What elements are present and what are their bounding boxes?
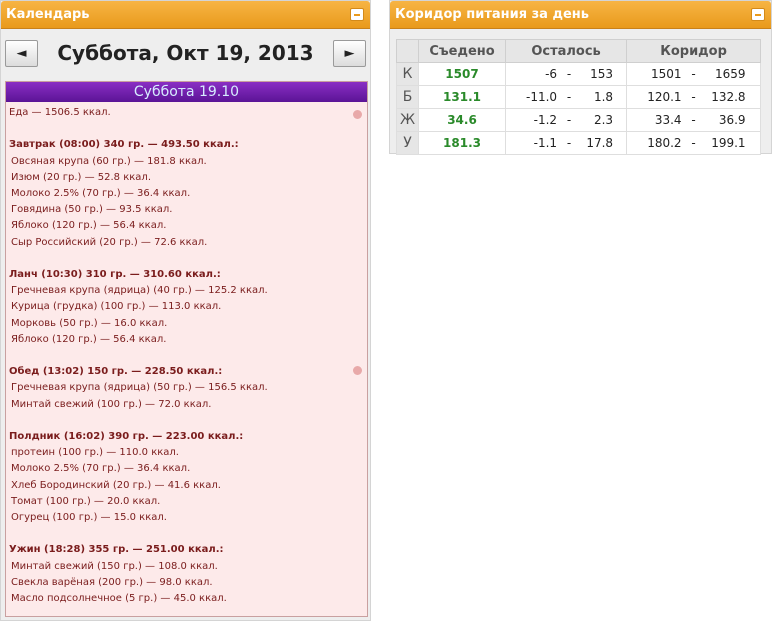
- day-content: Еда — 1506.5 ккал. Завтрак (08:00) 340 г…: [6, 102, 367, 607]
- pointer-hand-icon[interactable]: [353, 366, 362, 375]
- meal-supper: Ужин (18:28) 355 гр. — 251.00 ккал.: Мин…: [9, 542, 364, 607]
- range-dash: -: [691, 136, 696, 150]
- meal-item: Гречневая крупа (ядрица) (40 гр.) — 125.…: [11, 285, 268, 297]
- meal-item: Яблоко (120 гр.) — 56.4 ккал.: [11, 220, 167, 232]
- range-dash: -: [566, 113, 572, 127]
- range-dash: -: [691, 90, 696, 104]
- corridor-range: 120.1- 132.8: [626, 85, 761, 109]
- date-navigation: ◄ Суббота, Окт 19, 2013 ►: [1, 37, 370, 77]
- header-eaten: Съедено: [418, 39, 506, 63]
- meal-item: Свекла варёная (200 гр.) — 98.0 ккал.: [11, 576, 213, 588]
- remaining-max: 1.8: [593, 90, 614, 104]
- meal-title: Полдник (16:02) 390 гр. — 223.00 ккал.:: [9, 431, 244, 442]
- day-header[interactable]: Суббота 19.10: [6, 82, 367, 102]
- meal-breakfast: Завтрак (08:00) 340 гр. — 493.50 ккал.: …: [9, 137, 364, 250]
- eaten-value: 1507: [418, 62, 506, 86]
- meal-item: Хлеб Бородинский (20 гр.) — 41.6 ккал.: [11, 479, 221, 491]
- corridor-range: 33.4- 36.9: [626, 108, 761, 132]
- range-dash: -: [566, 90, 572, 104]
- pointer-hand-icon[interactable]: [353, 110, 362, 119]
- meal-item: Яблоко (120 гр.) — 56.4 ккал.: [11, 333, 167, 345]
- calendar-panel-header: Календарь: [1, 1, 370, 29]
- prev-day-button[interactable]: ◄: [5, 40, 38, 67]
- corridor-range: 180.2- 199.1: [626, 131, 761, 155]
- meal-item: Курица (грудка) (100 гр.) — 113.0 ккал.: [11, 301, 222, 313]
- eaten-value: 131.1: [418, 85, 506, 109]
- corridor-max: 36.9: [718, 113, 746, 127]
- meal-item: Морковь (50 гр.) — 16.0 ккал.: [11, 317, 168, 329]
- calendar-title: Календарь: [6, 7, 90, 22]
- meal-item: Сыр Российский (20 гр.) — 72.6 ккал.: [11, 236, 208, 248]
- day-total: Еда — 1506.5 ккал.: [9, 107, 111, 118]
- table-row: Ж 34.6 -1.2-2.3 33.4-36.9: [396, 108, 761, 132]
- eaten-value: 181.3: [418, 131, 506, 155]
- range-dash: -: [566, 136, 572, 150]
- meal-item: Гречневая крупа (ядрица) (50 гр.) — 156.…: [11, 382, 268, 394]
- meal-item: Минтай свежий (150 гр.) — 108.0 ккал.: [11, 560, 218, 572]
- table-row: К 1507 -6-153 1501-1659: [396, 62, 761, 86]
- remaining-range: -1.1-17.8: [504, 131, 628, 155]
- day-entry: Суббота 19.10 Еда — 1506.5 ккал. Завтрак…: [5, 81, 368, 617]
- row-label: Ж: [396, 108, 419, 132]
- next-day-button[interactable]: ►: [333, 40, 366, 67]
- remaining-min: -1.2: [533, 113, 558, 127]
- meal-item: Молоко 2.5% (70 гр.) — 36.4 ккал.: [11, 188, 191, 199]
- corridor-min: 180.2: [647, 136, 682, 150]
- header-empty: [396, 39, 419, 63]
- meal-item: Минтай свежий (100 гр.) — 72.0 ккал.: [11, 398, 212, 410]
- range-dash: -: [691, 113, 696, 127]
- corridor-title: Коридор питания за день: [395, 7, 589, 22]
- remaining-max: 153: [590, 67, 614, 81]
- corridor-min: 33.4: [654, 113, 682, 127]
- meal-item: Огурец (100 гр.) — 15.0 ккал.: [11, 512, 167, 524]
- remaining-range: -6- 153: [504, 62, 628, 86]
- row-label: Б: [396, 85, 419, 109]
- header-remaining: Осталось: [504, 39, 628, 63]
- meal-title: Завтрак (08:00) 340 гр. — 493.50 ккал.:: [9, 139, 239, 151]
- meal-title: Ланч (10:30) 310 гр. — 310.60 ккал.:: [9, 269, 221, 280]
- remaining-max: 17.8: [586, 136, 614, 150]
- corridor-min: 1501: [651, 67, 682, 81]
- row-label: К: [396, 62, 419, 86]
- meal-afternoon-snack: Полдник (16:02) 390 гр. — 223.00 ккал.: …: [9, 429, 364, 526]
- meal-item: протеин (100 гр.) — 110.0 ккал.: [11, 447, 179, 459]
- meal-item: Овсяная крупа (60 гр.) — 181.8 ккал.: [11, 155, 207, 167]
- row-label: У: [396, 131, 419, 155]
- remaining-min: -11.0: [526, 90, 558, 104]
- meal-item: Изюм (20 гр.) — 52.8 ккал.: [11, 171, 152, 183]
- meal-dinner: Обед (13:02) 150 гр. — 228.50 ккал.: Гре…: [9, 364, 364, 413]
- header-corridor: Коридор: [626, 39, 761, 63]
- corridor-panel-header: Коридор питания за день: [390, 1, 771, 29]
- meal-item: Молоко 2.5% (70 гр.) — 36.4 ккал.: [11, 463, 191, 475]
- remaining-range: -1.2- 2.3: [504, 108, 628, 132]
- remaining-range: -11.0- 1.8: [504, 85, 628, 109]
- calendar-panel: Календарь ◄ Суббота, Окт 19, 2013 ► Субб…: [0, 0, 371, 621]
- table-row: У 181.3 -1.1-17.8 180.2-199.1: [396, 131, 761, 155]
- date-title: Суббота, Окт 19, 2013: [57, 41, 314, 65]
- remaining-max: 2.3: [593, 113, 614, 127]
- remaining-min: -1.1: [533, 136, 558, 150]
- corridor-table: Съедено Осталось Коридор К 1507 -6-153 1…: [396, 39, 761, 155]
- corridor-max: 132.8: [711, 90, 746, 104]
- range-dash: -: [691, 67, 696, 81]
- corridor-range: 1501- 1659: [626, 62, 761, 86]
- minimize-icon[interactable]: [751, 8, 765, 21]
- meal-lunch: Ланч (10:30) 310 гр. — 310.60 ккал.: Гре…: [9, 267, 364, 348]
- meal-title: Ужин (18:28) 355 гр. — 251.00 ккал.:: [9, 544, 224, 556]
- minimize-icon[interactable]: [350, 8, 364, 21]
- corridor-max: 1659: [715, 67, 746, 81]
- remaining-min: -6: [545, 67, 558, 81]
- corridor-panel: Коридор питания за день Съедено Осталось…: [389, 0, 772, 155]
- meal-item: Томат (100 гр.) — 20.0 ккал.: [11, 495, 161, 507]
- range-dash: -: [566, 67, 572, 81]
- meal-item: Масло подсолнечное (5 гр.) — 45.0 ккал.: [11, 593, 227, 605]
- meal-item: Говядина (50 гр.) — 93.5 ккал.: [11, 204, 173, 216]
- table-header-row: Съедено Осталось Коридор: [396, 39, 761, 63]
- eaten-value: 34.6: [418, 108, 506, 132]
- corridor-max: 199.1: [711, 136, 746, 150]
- meal-title: Обед (13:02) 150 гр. — 228.50 ккал.:: [9, 366, 223, 378]
- table-row: Б 131.1 -11.0-1.8 120.1-132.8: [396, 85, 761, 109]
- corridor-min: 120.1: [647, 90, 682, 104]
